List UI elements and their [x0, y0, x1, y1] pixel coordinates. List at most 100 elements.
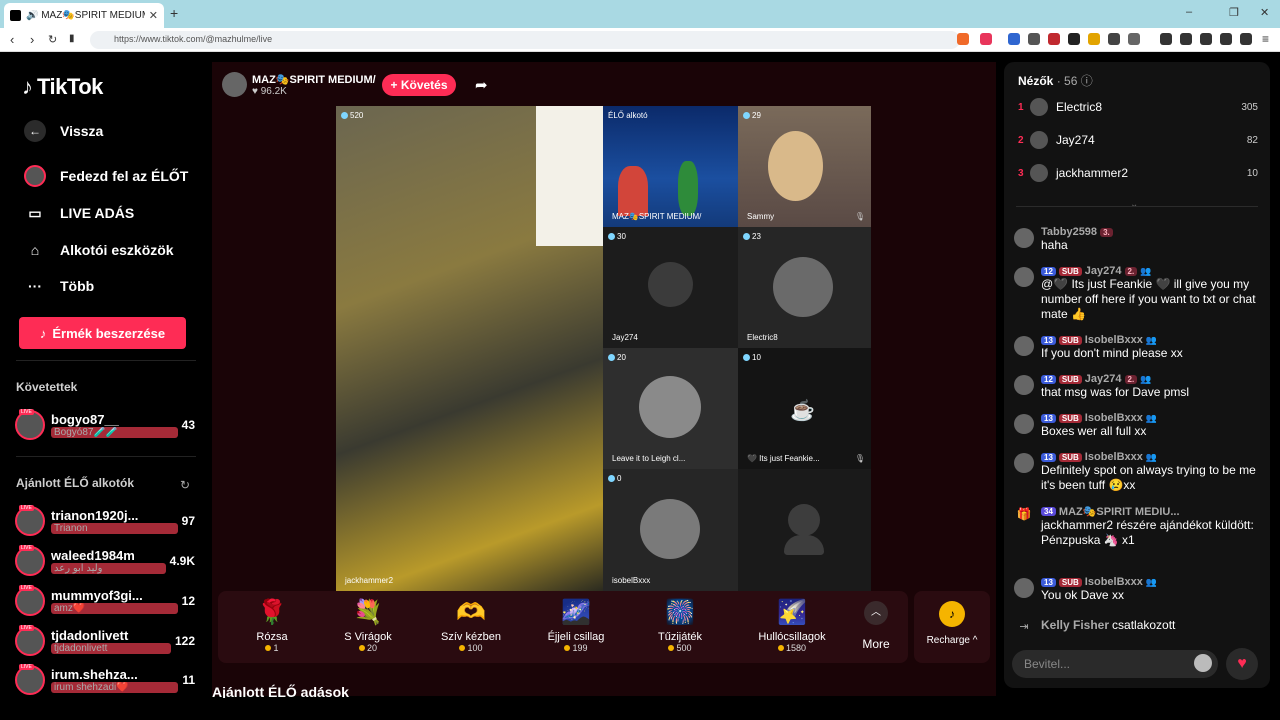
mic-muted-icon: 🎙 — [854, 212, 865, 221]
tab-close-icon[interactable]: ✕ — [149, 9, 158, 22]
get-coins-button[interactable]: ♪ Érmék beszerzése — [19, 317, 186, 349]
chat-message: 13 SUB IsobelBxxx 👥 If you don't mind pleas… — [1014, 334, 1264, 361]
vpn-shield-icon[interactable] — [1240, 33, 1252, 45]
avatar — [1030, 98, 1048, 116]
divider — [16, 360, 196, 361]
reload-icon[interactable]: ↻ — [48, 33, 57, 46]
group-icon: 👥 — [1145, 412, 1158, 423]
gift-rose[interactable]: 🌹 Rózsa 1 — [230, 597, 314, 653]
forward-nav-icon[interactable]: › — [30, 32, 34, 47]
guest-tile[interactable]: 30 Jay274 — [603, 227, 738, 348]
gift-fireworks[interactable]: 🎆 Tűzijáték 500 — [638, 597, 722, 653]
info-icon[interactable]: ⓘ — [1081, 74, 1093, 88]
more-gifts-button[interactable]: ︿ More — [854, 601, 898, 651]
recommended-section-title: Ajánlott ÉLŐ alkotók — [16, 476, 135, 490]
extension-icon[interactable] — [1028, 33, 1040, 45]
top-viewer[interactable]: 2 Jay274 82 — [1018, 129, 1258, 151]
group-icon: 👥 — [1145, 576, 1158, 587]
back-link[interactable]: ← Vissza — [24, 120, 103, 142]
refresh-icon[interactable]: ↻ — [180, 478, 190, 492]
group-icon: 👥 — [1145, 334, 1158, 345]
back-nav-icon[interactable]: ‹ — [10, 32, 14, 47]
browser-tab[interactable]: 🔊 MAZ🎭SPIRIT MEDIUM/ EMPA ✕ — [4, 3, 164, 28]
group-icon: 👥 — [1140, 373, 1152, 384]
chat-message: Tabby2598 3. haha — [1014, 226, 1264, 253]
tab-title: 🔊 MAZ🎭SPIRIT MEDIUM/ EMPA — [26, 10, 145, 21]
guest-tile[interactable]: 29 Sammy 🎙 — [738, 106, 871, 227]
guest-tile[interactable]: 20 Leave it to Leigh cl... — [603, 348, 738, 469]
recommended-account[interactable]: LIVE waleed1984m وليد ابو رعد 4.9K — [15, 543, 195, 579]
minimize-icon[interactable]: – — [1186, 6, 1192, 18]
chat-message: 13 SUB IsobelBxxx 👥 Definitely spot on alwa… — [1014, 451, 1264, 493]
tiktok-page: ♪ TikTok ← Vissza Fedezd fel az ÉLŐT ▭ L… — [4, 54, 1276, 700]
coin-icon — [459, 645, 466, 651]
followed-account[interactable]: LIVE bogyo87__ Bogyó87🧪🧪 43 — [15, 407, 195, 443]
extension-icon[interactable] — [1068, 33, 1080, 45]
recommended-account[interactable]: LIVE irum.shehza... irum shehzadi❤️ 11 — [15, 662, 195, 698]
rewards-icon[interactable] — [980, 33, 992, 45]
chevron-down-icon[interactable]: ⌄ — [1130, 199, 1138, 210]
host-tile[interactable]: ÉLŐ alkotó MAZ🎭SPIRIT MEDIUM/ — [603, 106, 738, 227]
night-star-icon: 🌌 — [561, 599, 591, 626]
nav-explore-live[interactable]: Fedezd fel az ÉLŐT — [24, 165, 188, 187]
url-field[interactable]: https://www.tiktok.com/@mazhulme/live — [90, 31, 960, 49]
live-camera-icon: ▭ — [28, 204, 42, 221]
guest-tile[interactable]: 0 isobelBxxx — [603, 469, 738, 591]
menu-icon[interactable]: ≡ — [1262, 32, 1269, 46]
chat-message: 12 SUB Jay274 2. 👥 @🖤 Its just Feankie 🖤 ill… — [1014, 265, 1264, 322]
wallet-icon[interactable] — [1200, 33, 1212, 45]
avatar — [1030, 164, 1048, 182]
nav-go-live[interactable]: ▭ LIVE ADÁS — [24, 202, 134, 224]
coin-icon — [358, 645, 365, 651]
puzzle-icon[interactable] — [1108, 33, 1120, 45]
share-icon[interactable]: ➦ — [475, 76, 488, 94]
top-viewer[interactable]: 1 Electric8 305 — [1018, 96, 1258, 118]
close-window-icon[interactable]: ✕ — [1260, 6, 1269, 19]
nav-more[interactable]: ··· Több — [24, 275, 94, 297]
avatar — [1014, 228, 1034, 248]
viewer-icon — [341, 112, 348, 119]
avatar: LIVE — [15, 585, 45, 616]
download-icon[interactable] — [1220, 33, 1232, 45]
group-icon: 👥 — [1145, 451, 1158, 462]
chat-input[interactable]: Bevitel... — [1012, 650, 1218, 678]
extension-icon[interactable] — [1128, 33, 1140, 45]
arrow-left-icon: ← — [24, 120, 46, 142]
avatar — [1014, 336, 1034, 356]
new-tab-button[interactable]: + — [170, 5, 178, 21]
extension-icon[interactable] — [1048, 33, 1060, 45]
recharge-button[interactable]: ♪ Recharge ^ — [914, 591, 990, 663]
tiktok-logo[interactable]: ♪ TikTok — [22, 74, 103, 100]
rose-icon: 🌹 — [257, 599, 287, 626]
extension-icon[interactable] — [1088, 33, 1100, 45]
follow-button[interactable]: + Követés — [382, 74, 456, 96]
gift-heart-hands[interactable]: 🫶 Szív kézben 100 — [429, 597, 513, 653]
guest-tile[interactable]: ☕ 10 🖤 Its just Feankie... 🎙 — [738, 348, 871, 469]
brave-shield-icon[interactable] — [957, 33, 969, 45]
guest-tile-main[interactable]: 520 jackhammer2 — [336, 106, 603, 591]
host-name[interactable]: MAZ🎭SPIRIT MEDIUM/ E... — [252, 73, 378, 86]
sidebar-icon[interactable] — [1180, 33, 1192, 45]
chevron-up-icon: ︿ — [864, 601, 888, 625]
recommended-account[interactable]: LIVE trianon1920j... Trianon 97 — [15, 503, 195, 539]
recommended-account[interactable]: LIVE tjdadonlivett tjdadonlivett 122 — [15, 623, 195, 659]
bookmark-icon[interactable]: ▮ — [69, 33, 75, 44]
gift-flowers[interactable]: 💐 S Virágok 20 — [326, 597, 410, 653]
top-viewer[interactable]: 3 jackhammer2 10 — [1018, 162, 1258, 184]
maximize-icon[interactable]: ❐ — [1229, 6, 1239, 19]
like-heart-button[interactable]: ♥ — [1226, 648, 1258, 680]
avatar — [1014, 578, 1034, 598]
extension-icon[interactable] — [1008, 33, 1020, 45]
gift-night-star[interactable]: 🌌 Éjjeli csillag 199 — [534, 597, 618, 653]
coin-icon: ♪ — [39, 325, 47, 341]
empty-guest-slot[interactable] — [738, 469, 871, 591]
guest-tile[interactable]: 23 Electric8 — [738, 227, 871, 348]
host-avatar[interactable] — [222, 72, 247, 97]
recommended-account[interactable]: LIVE mummyof3gi... amz❤️ 12 — [15, 583, 195, 619]
gift-shooting-stars[interactable]: 🌠 Hullócsillagok 1580 — [750, 597, 834, 653]
emoji-icon[interactable] — [1194, 654, 1212, 672]
avatar — [1014, 375, 1034, 395]
media-icon[interactable] — [1160, 33, 1172, 45]
nav-creator-tools[interactable]: ⌂ Alkotói eszközök — [24, 239, 174, 261]
avatar — [1014, 414, 1034, 434]
